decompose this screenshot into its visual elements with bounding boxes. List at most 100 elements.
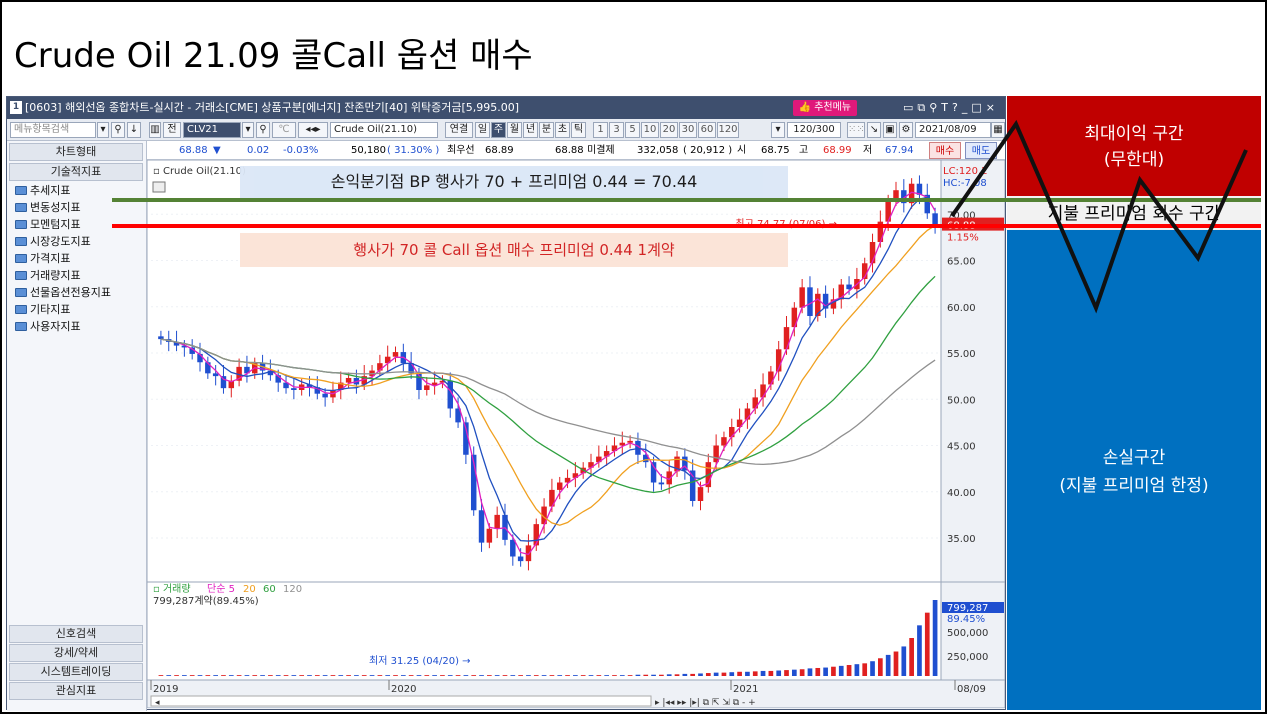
- volume-bar: [862, 663, 868, 676]
- dropdown-icon[interactable]: ▾: [97, 122, 109, 138]
- indicator-folder[interactable]: 사용자지표: [15, 319, 81, 335]
- candle-body: [424, 385, 430, 390]
- recommend-menu-button[interactable]: 👍 추천메뉴: [792, 100, 857, 116]
- volume-bar: [322, 675, 328, 676]
- all-button[interactable]: 전: [163, 122, 181, 138]
- gear-icon[interactable]: ⚙: [899, 122, 913, 138]
- calendar-icon[interactable]: ▦: [991, 122, 1005, 138]
- interval-button[interactable]: 30: [679, 122, 697, 138]
- candle-body: [158, 336, 164, 340]
- bottom-tab[interactable]: 신호검색: [9, 625, 143, 643]
- indicator-folder[interactable]: 변동성지표: [15, 200, 81, 216]
- volume-bar: [166, 675, 172, 676]
- volume-bar: [338, 675, 344, 676]
- help-icon[interactable]: ?: [952, 101, 962, 114]
- candle-body: [932, 213, 938, 225]
- indicator-folder[interactable]: 가격지표: [15, 251, 70, 267]
- loss-zone-subtitle: (지불 프리미엄 한정): [1059, 476, 1209, 496]
- period-button[interactable]: 분: [539, 122, 554, 138]
- volume-bar: [400, 675, 406, 676]
- volume-ratio: ( 31.30% ): [387, 145, 440, 156]
- count-dropdown-icon[interactable]: ▾: [771, 122, 785, 138]
- candle-body: [556, 482, 563, 490]
- line-tool-icon[interactable]: ↘: [867, 122, 881, 138]
- period-button[interactable]: 틱: [571, 122, 586, 138]
- lc-label: LC:120.2: [943, 166, 988, 177]
- indicator-folder[interactable]: 추세지표: [15, 183, 70, 199]
- download-icon[interactable]: ↓: [127, 122, 141, 138]
- volume-bar: [901, 646, 907, 676]
- price-tick-label: 35.00: [947, 534, 976, 545]
- period-button[interactable]: 주: [491, 122, 506, 138]
- prev-next-icon[interactable]: ◂◂▸: [298, 122, 328, 138]
- tech-indicator-tab[interactable]: 기술적지표: [9, 163, 143, 181]
- minimize-icon[interactable]: _: [962, 101, 972, 114]
- volume-bar: [471, 675, 477, 676]
- chart-type-button[interactable]: 차트형태: [9, 143, 143, 161]
- slide-title: Crude Oil 21.09 콜Call 옵션 매수: [14, 36, 533, 76]
- interval-button[interactable]: 10: [641, 122, 659, 138]
- maximize-icon[interactable]: □: [971, 101, 985, 114]
- bottom-tab[interactable]: 강세/약세: [9, 644, 143, 662]
- price-tick-label: 65.00: [947, 257, 976, 268]
- volume-bar: [518, 675, 523, 676]
- count-input[interactable]: 120/300: [787, 122, 841, 138]
- code-search-icon[interactable]: ⚲: [256, 122, 270, 138]
- candle-body: [846, 284, 852, 290]
- compare-icon[interactable]: ℃: [272, 122, 296, 138]
- interval-button[interactable]: 20: [660, 122, 678, 138]
- chart-list-icon[interactable]: ▥: [149, 122, 161, 138]
- save-icon[interactable]: ▣: [883, 122, 897, 138]
- period-button[interactable]: 월: [507, 122, 522, 138]
- volume-bar: [182, 675, 187, 676]
- indicator-folder[interactable]: 선물옵션전용지표: [15, 285, 111, 301]
- copy-icon[interactable]: ⧉: [917, 101, 929, 114]
- menu-search-input[interactable]: 메뉴항목검색: [10, 122, 96, 138]
- buy-button[interactable]: 매수: [929, 142, 961, 159]
- volume-bar: [369, 675, 375, 676]
- close-icon[interactable]: ×: [986, 101, 999, 114]
- indicator-folder-label: 추세지표: [30, 184, 71, 197]
- volume-bar: [846, 665, 852, 676]
- volume-bar: [831, 666, 836, 676]
- interval-button[interactable]: 3: [609, 122, 624, 138]
- folder-icon: [15, 305, 27, 314]
- bottom-tab[interactable]: 관심지표: [9, 682, 143, 700]
- volume-bar: [463, 675, 469, 676]
- pin-icon[interactable]: ⚲: [929, 101, 941, 114]
- candle-body: [510, 539, 516, 557]
- bottom-tab[interactable]: 시스템트레이딩: [9, 663, 143, 681]
- text-icon[interactable]: T: [941, 101, 952, 114]
- settings-dots-icon[interactable]: ⁙⁙: [847, 122, 865, 138]
- sell-button[interactable]: 매도: [965, 142, 997, 159]
- indicator-folder[interactable]: 모멘텀지표: [15, 217, 81, 233]
- period-button[interactable]: 년: [523, 122, 538, 138]
- volume-bar: [252, 675, 258, 676]
- volume-bar: [596, 675, 602, 676]
- interval-button[interactable]: 60: [698, 122, 716, 138]
- indicator-folder-label: 사용자지표: [30, 320, 81, 333]
- date-input[interactable]: 2021/08/09: [915, 122, 991, 138]
- search-icon[interactable]: ⚲: [111, 122, 125, 138]
- interval-button[interactable]: 120: [717, 122, 739, 138]
- volume-bar: [924, 612, 930, 676]
- layout-icon[interactable]: ▭: [903, 101, 917, 114]
- volume-bar: [752, 671, 758, 676]
- code-dropdown-icon[interactable]: ▾: [242, 122, 254, 138]
- interval-button[interactable]: 5: [625, 122, 640, 138]
- recommend-menu-label: 추천메뉴: [814, 102, 851, 113]
- indicator-folder[interactable]: 기타지표: [15, 302, 70, 318]
- period-button[interactable]: 초: [555, 122, 570, 138]
- strike-label: 행사가 70 콜 Call 옵션 매수 프리미엄 0.44 1계약: [240, 233, 788, 267]
- indicator-folder[interactable]: 시장강도지표: [15, 234, 91, 250]
- volume-ma-20: 20: [243, 584, 256, 595]
- indicator-folder-label: 시장강도지표: [30, 235, 91, 248]
- volume-bar: [447, 675, 453, 676]
- volume-bar: [408, 675, 414, 676]
- indicator-folder[interactable]: 거래량지표: [15, 268, 81, 284]
- interval-button[interactable]: 1: [593, 122, 608, 138]
- link-button[interactable]: 연결: [445, 122, 473, 138]
- period-button[interactable]: 일: [475, 122, 490, 138]
- candle-body: [345, 377, 352, 383]
- code-input[interactable]: CLV21: [183, 122, 241, 138]
